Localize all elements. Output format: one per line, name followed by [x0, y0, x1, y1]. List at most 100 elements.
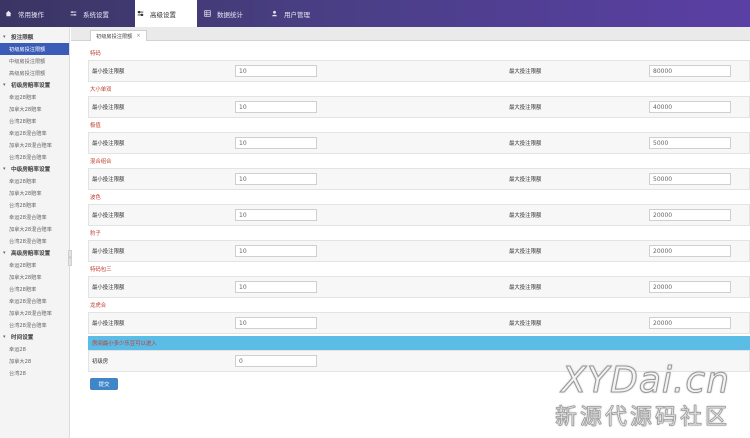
nav-item-label: 高级设置	[150, 10, 176, 19]
sidebar-item[interactable]: 台湾28	[0, 367, 69, 379]
max-limit-input[interactable]: 20000	[649, 317, 731, 329]
max-limit-input[interactable]: 20000	[649, 245, 731, 257]
nav-item-label: 用户管理	[284, 10, 310, 19]
min-limit-label: 最小投注限额	[92, 105, 125, 111]
limit-row: 最小投注限额 10 最大投注限额 20000	[88, 240, 750, 262]
room-min-beans-input[interactable]: 0	[235, 355, 317, 367]
limit-row: 最小投注限额 10 最大投注限额 20000	[88, 204, 750, 226]
nav-item-system-settings[interactable]: 系统设置	[68, 0, 135, 27]
sidebar-item[interactable]: 加拿大28混合赔率	[0, 307, 69, 319]
home-icon	[5, 10, 12, 17]
max-limit-label: 最大投注限额	[509, 105, 542, 111]
sidebar-group-bet-limits[interactable]: ▾ 投注限额	[0, 31, 69, 43]
max-limit-input[interactable]: 20000	[649, 281, 731, 293]
sidebar-group-middle-odds[interactable]: ▾ 中级房赔率设置	[0, 163, 69, 175]
sidebar-item[interactable]: 幸运28赔率	[0, 175, 69, 187]
min-limit-input[interactable]: 10	[235, 209, 317, 221]
sidebar-item[interactable]: 台湾28赔率	[0, 283, 69, 295]
max-limit-label: 最大投注限额	[509, 285, 542, 291]
min-limit-input[interactable]: 10	[235, 281, 317, 293]
max-limit-input[interactable]: 50000	[649, 173, 731, 185]
sidebar-item[interactable]: 幸运28混合赔率	[0, 295, 69, 307]
min-limit-input[interactable]: 10	[235, 245, 317, 257]
sidebar-group-title: 时间设置	[11, 335, 34, 341]
min-limit-label: 最小投注限额	[92, 285, 125, 291]
close-icon[interactable]: ×	[136, 33, 140, 39]
max-limit-input[interactable]: 80000	[649, 65, 731, 77]
sidebar-item[interactable]: 加拿大28赔率	[0, 271, 69, 283]
max-limit-label: 最大投注限额	[509, 213, 542, 219]
max-limit-label: 最大投注限额	[509, 141, 542, 147]
sliders-icon	[137, 10, 144, 17]
sidebar-group-title: 中级房赔率设置	[11, 167, 51, 173]
limit-row: 最小投注限额 10 最大投注限额 40000	[88, 96, 750, 118]
sidebar-item[interactable]: 台湾28混合赔率	[0, 319, 69, 331]
max-limit-label: 最大投注限额	[509, 69, 542, 75]
limit-row: 最小投注限额 10 最大投注限额 20000	[88, 312, 750, 334]
table-icon	[204, 10, 211, 17]
main-content: 特码 最小投注限额 10 最大投注限额 80000 大小单双 最小投注限额 10 最大投注限额 4…	[88, 46, 750, 390]
max-limit-input[interactable]: 20000	[649, 209, 731, 221]
sidebar-item[interactable]: 加拿大28混合赔率	[0, 139, 69, 151]
min-limit-input[interactable]: 10	[235, 137, 317, 149]
max-limit-input[interactable]: 5000	[649, 137, 731, 149]
sidebar-item[interactable]: 台湾28混合赔率	[0, 151, 69, 163]
nav-item-common[interactable]: 常用操作	[0, 0, 68, 27]
sidebar-item[interactable]: 加拿大28混合赔率	[0, 223, 69, 235]
chevron-down-icon: ▾	[3, 34, 6, 40]
chevron-down-icon: ▾	[3, 82, 6, 88]
sidebar-item-senior-limit[interactable]: 高级房投注限额	[0, 67, 69, 79]
sidebar-item[interactable]: 幸运28赔率	[0, 91, 69, 103]
room-label: 初级房	[92, 359, 109, 365]
min-limit-label: 最小投注限额	[92, 69, 125, 75]
sidebar-collapse-handle[interactable]: ‹	[68, 250, 72, 266]
sidebar-item[interactable]: 幸运28	[0, 343, 69, 355]
min-limit-label: 最小投注限额	[92, 141, 125, 147]
sidebar-group-senior-odds[interactable]: ▾ 高级房赔率设置	[0, 247, 69, 259]
sidebar-item[interactable]: 幸运28混合赔率	[0, 127, 69, 139]
sidebar-group-time-settings[interactable]: ▾ 时间设置	[0, 331, 69, 343]
max-limit-label: 最大投注限额	[509, 177, 542, 183]
min-limit-input[interactable]: 10	[235, 65, 317, 77]
min-limit-input[interactable]: 10	[235, 101, 317, 113]
section-title: 豹子	[90, 231, 101, 237]
min-limit-input[interactable]: 10	[235, 173, 317, 185]
max-limit-label: 最大投注限额	[509, 249, 542, 255]
sidebar-item-middle-limit[interactable]: 中级房投注限额	[0, 55, 69, 67]
sidebar-item[interactable]: 台湾28赔率	[0, 199, 69, 211]
sliders-icon	[70, 10, 77, 17]
sidebar-group-junior-odds[interactable]: ▾ 初级房赔率设置	[0, 79, 69, 91]
sidebar-item[interactable]: 幸运28混合赔率	[0, 211, 69, 223]
section-title: 龙虎合	[90, 303, 107, 309]
section-title: 波色	[90, 195, 101, 201]
nav-item-statistics[interactable]: 数据统计	[197, 0, 265, 27]
max-limit-input[interactable]: 40000	[649, 101, 731, 113]
min-limit-label: 最小投注限额	[92, 177, 125, 183]
section-title: 特码	[90, 51, 101, 57]
tab-junior-limit[interactable]: 初级房投注限额 ×	[90, 30, 147, 41]
sidebar-item[interactable]: 加拿大28赔率	[0, 187, 69, 199]
sidebar-item[interactable]: 加拿大28赔率	[0, 103, 69, 115]
sidebar-item[interactable]: 台湾28赔率	[0, 115, 69, 127]
section-title: 混合组合	[90, 159, 112, 165]
chevron-down-icon: ▾	[3, 166, 6, 172]
sidebar-item[interactable]: 台湾28混合赔率	[0, 235, 69, 247]
sidebar-item[interactable]: 幸运28赔率	[0, 259, 69, 271]
section-title: 大小单双	[90, 87, 112, 93]
nav-item-label: 数据统计	[217, 10, 243, 19]
chevron-left-icon: ‹	[69, 255, 71, 261]
sidebar-group-title: 投注限额	[11, 35, 34, 41]
chevron-down-icon: ▾	[3, 334, 6, 340]
watermark-sub: 新源代源码社区	[554, 405, 730, 431]
nav-item-advanced-settings[interactable]: 高级设置	[135, 0, 197, 27]
min-limit-label: 最小投注限额	[92, 321, 125, 327]
section-title: 极值	[90, 123, 101, 129]
min-limit-input[interactable]: 10	[235, 317, 317, 329]
nav-item-user-management[interactable]: 用户管理	[265, 0, 335, 27]
nav-item-label: 常用操作	[18, 10, 44, 19]
submit-button[interactable]: 提交	[90, 378, 118, 390]
sidebar-item[interactable]: 加拿大28	[0, 355, 69, 367]
section-title: 特码包三	[90, 267, 112, 273]
min-limit-label: 最小投注限额	[92, 213, 125, 219]
sidebar-item-junior-limit[interactable]: 初级房投注限额	[0, 43, 69, 55]
